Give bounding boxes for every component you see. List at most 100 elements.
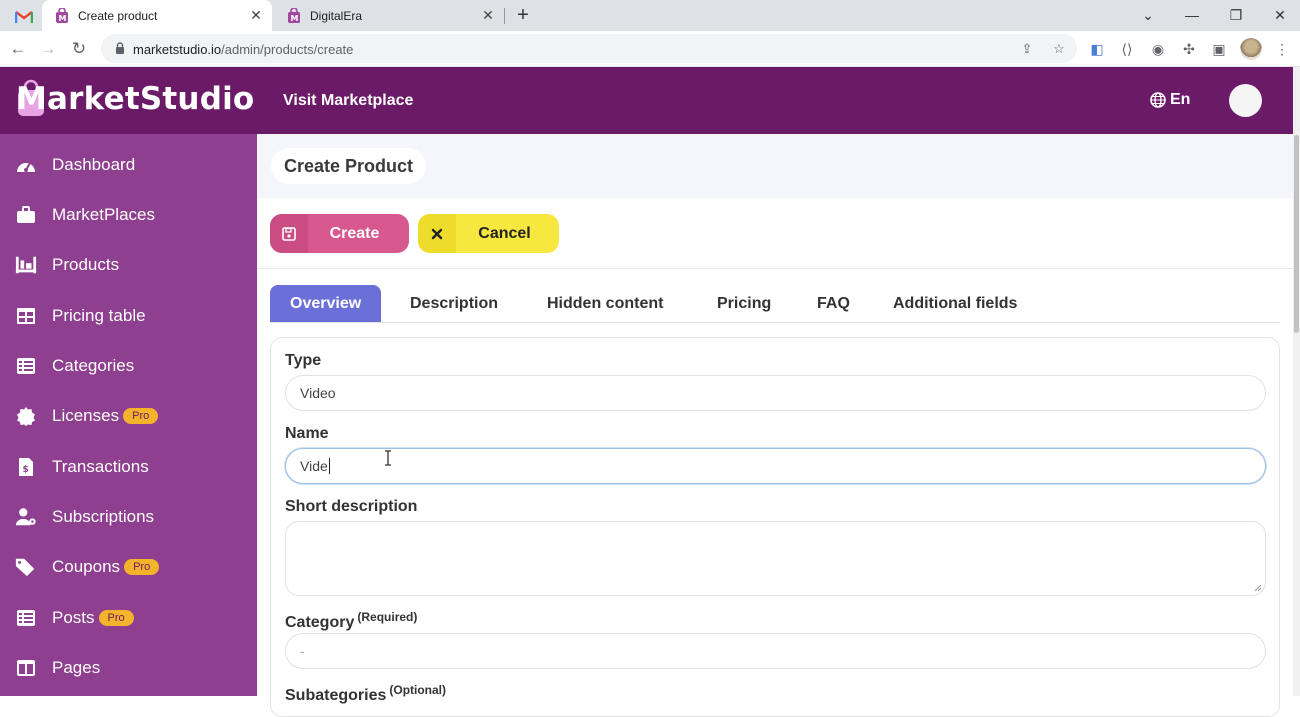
tab-search-icon[interactable]: ⌄	[1128, 2, 1168, 28]
category-select[interactable]: -	[285, 633, 1266, 669]
minimize-icon[interactable]: —	[1172, 2, 1212, 28]
menu-kebab-icon[interactable]: ⋮	[1273, 41, 1291, 57]
brand-logo[interactable]: MarketStudio	[0, 67, 257, 134]
sidebar-item-pricing-table[interactable]: Pricing table	[0, 296, 257, 336]
sidebar-item-dashboard[interactable]: Dashboard	[0, 145, 257, 185]
language-label: En	[1170, 91, 1191, 108]
tab-additional-fields[interactable]: Additional fields	[893, 285, 1017, 322]
pro-badge: Pro	[123, 408, 159, 424]
extension-icon[interactable]: ◧	[1088, 41, 1106, 57]
restore-icon[interactable]: ❐	[1216, 2, 1256, 28]
pro-badge: Pro	[98, 610, 134, 626]
window-close-icon[interactable]: ✕	[1260, 2, 1300, 28]
sidebar-item-label: Dashboard	[52, 155, 136, 174]
browser-toolbar: ← → ↻ marketstudio.io/admin/products/cre…	[0, 31, 1300, 67]
lock-icon	[116, 42, 124, 54]
sidebar-item-text: Posts	[52, 608, 95, 627]
marketstudio-favicon: M	[54, 7, 70, 24]
resize-handle-icon[interactable]	[1254, 584, 1262, 592]
browser-tab-digitalera[interactable]: M DigitalEra ✕	[274, 0, 504, 31]
divider	[257, 268, 1293, 269]
url-host: marketstudio.io	[133, 42, 222, 57]
type-field[interactable]: Video	[285, 375, 1266, 411]
list-icon	[15, 355, 37, 377]
sidebar: MarketStudio Dashboard MarketPlaces Prod…	[0, 67, 257, 696]
user-avatar[interactable]	[1229, 84, 1262, 117]
back-icon[interactable]: ←	[6, 37, 30, 61]
sidebar-item-categories[interactable]: Categories	[0, 346, 257, 386]
tab-pricing[interactable]: Pricing	[717, 285, 771, 322]
url-text: marketstudio.io/admin/products/create	[133, 42, 353, 57]
cancel-button[interactable]: Cancel	[418, 214, 559, 253]
reload-icon[interactable]: ↻	[67, 37, 91, 61]
profile-avatar[interactable]	[1240, 38, 1262, 60]
sidebar-item-pages[interactable]: Pages	[0, 648, 257, 688]
type-label: Type	[285, 352, 322, 369]
sidebar-item-label: Pricing table	[52, 306, 146, 325]
sidebar-item-label: Licenses Pro	[52, 406, 159, 426]
sidebar-item-label: Products	[52, 255, 120, 274]
forward-icon[interactable]: →	[36, 37, 60, 61]
tab-faq[interactable]: FAQ	[817, 285, 850, 322]
new-tab-icon[interactable]: +	[512, 4, 534, 26]
digitalera-favicon: M	[286, 7, 302, 24]
page-title-band: Create Product	[257, 134, 1293, 198]
address-bar[interactable]: marketstudio.io/admin/products/create ⇪ …	[101, 34, 1077, 63]
columns-icon	[15, 657, 37, 679]
sidebar-item-text: Coupons	[52, 557, 121, 576]
type-value: Video	[300, 385, 336, 401]
optional-note: (Optional)	[389, 683, 447, 697]
puzzle-icon[interactable]: ✣	[1180, 41, 1198, 57]
sidebar-item-posts[interactable]: Posts Pro	[0, 598, 257, 638]
create-button[interactable]: Create	[270, 214, 409, 253]
briefcase-icon	[15, 204, 37, 226]
tab-title: DigitalEra	[310, 8, 363, 23]
svg-text:M: M	[291, 14, 299, 23]
dev-tools-extension-icon[interactable]: ⟨⟩	[1118, 41, 1136, 57]
share-icon[interactable]: ⇪	[1019, 41, 1035, 57]
browser-tab-create-product[interactable]: M Create product ✕	[42, 0, 272, 31]
side-panel-icon[interactable]: ▣	[1210, 41, 1228, 57]
close-tab-icon[interactable]: ✕	[478, 6, 498, 26]
sidebar-item-label: Coupons Pro	[52, 557, 160, 577]
sidebar-item-subscriptions[interactable]: Subscriptions	[0, 497, 257, 537]
required-note: (Required)	[357, 610, 418, 624]
list-alt-icon	[15, 607, 37, 629]
language-selector[interactable]: En	[1150, 91, 1190, 109]
tab-hidden-content[interactable]: Hidden content	[547, 285, 663, 322]
sidebar-item-label: Categories	[52, 356, 135, 375]
text-cursor-icon	[385, 450, 391, 466]
sidebar-item-products[interactable]: Products	[0, 245, 257, 285]
name-field[interactable]: Vide	[285, 448, 1266, 484]
sidebar-item-coupons[interactable]: Coupons Pro	[0, 547, 257, 587]
page-scrollbar[interactable]	[1293, 67, 1300, 696]
sidebar-item-marketplaces[interactable]: MarketPlaces	[0, 195, 257, 235]
svg-text:M: M	[59, 14, 67, 23]
category-label-text: Category	[285, 614, 355, 631]
name-label: Name	[285, 425, 329, 442]
short-description-textarea[interactable]	[285, 521, 1266, 596]
main-content: Create Product Create Cancel Overview De…	[257, 134, 1293, 717]
tab-description[interactable]: Description	[410, 285, 498, 322]
sidebar-item-label: Subscriptions	[52, 507, 155, 526]
short-description-label: Short description	[285, 498, 418, 515]
scrollbar-thumb[interactable]	[1294, 135, 1299, 333]
gmail-pinned-tab[interactable]	[10, 6, 38, 28]
create-button-label: Create	[329, 224, 380, 242]
visit-marketplace-link[interactable]: Visit Marketplace	[283, 92, 413, 110]
sidebar-item-licenses[interactable]: Licenses Pro	[0, 396, 257, 436]
bookmark-star-icon[interactable]: ☆	[1051, 41, 1067, 57]
tab-overview[interactable]: Overview	[270, 285, 382, 322]
overview-form: Type Video Name Vide Short description C…	[270, 337, 1280, 717]
sidebar-item-transactions[interactable]: $ Transactions	[0, 447, 257, 487]
gauge-icon	[15, 154, 37, 176]
browser-tabstrip: M Create product ✕ M DigitalEra ✕ + ⌄ — …	[0, 0, 1300, 31]
subcategories-label: Subategories (Optional)	[285, 683, 446, 705]
user-gear-icon	[15, 506, 37, 528]
category-value: -	[300, 643, 305, 659]
shelves-icon	[15, 254, 37, 276]
category-label: Category (Required)	[285, 610, 417, 632]
top-header: Visit Marketplace En	[257, 67, 1293, 134]
camera-icon[interactable]: ◉	[1149, 41, 1167, 57]
close-tab-icon[interactable]: ✕	[246, 6, 266, 26]
